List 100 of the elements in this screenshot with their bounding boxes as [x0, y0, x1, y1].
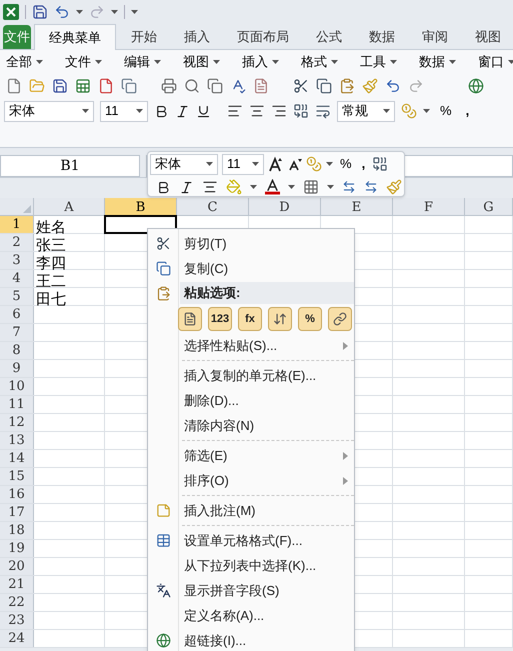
- menu-item[interactable]: 超链接(I)...: [148, 628, 354, 651]
- row-header[interactable]: 24: [0, 630, 34, 647]
- ribbon-tab[interactable]: 经典菜单: [34, 24, 116, 50]
- spreadsheet-logo-icon[interactable]: [3, 4, 19, 20]
- preview-icon[interactable]: [184, 78, 200, 94]
- merge-icon[interactable]: [372, 156, 388, 172]
- menu-dropdown[interactable]: 全部: [6, 52, 43, 72]
- row-header[interactable]: 11: [0, 396, 34, 413]
- ribbon-tab[interactable]: 审阅: [410, 25, 460, 49]
- paste-option-button[interactable]: fx: [238, 307, 262, 331]
- underline-icon[interactable]: [196, 104, 211, 118]
- comma-style-button[interactable]: ,: [462, 101, 474, 121]
- spreadsheet-icon[interactable]: [75, 78, 91, 94]
- border-icon[interactable]: [303, 179, 319, 195]
- table-icon[interactable]: [156, 533, 170, 548]
- scissors-icon[interactable]: [156, 236, 170, 251]
- copy-icon[interactable]: [316, 78, 332, 94]
- paste-icon[interactable]: [339, 78, 355, 94]
- row-header[interactable]: 19: [0, 540, 34, 557]
- font-size-select[interactable]: 11: [222, 154, 264, 174]
- undo-icon[interactable]: [54, 4, 70, 20]
- paste-option-button[interactable]: [178, 307, 202, 331]
- row-header[interactable]: 20: [0, 558, 34, 575]
- row-header[interactable]: 7: [0, 324, 34, 341]
- row-header[interactable]: 21: [0, 576, 34, 593]
- globe-icon[interactable]: [156, 633, 170, 648]
- menu-item[interactable]: 复制(C): [148, 256, 354, 281]
- save-icon[interactable]: [52, 78, 68, 94]
- align-center-icon[interactable]: [202, 179, 218, 195]
- menu-item[interactable]: 清除内容(N): [148, 413, 354, 438]
- paste-option-button[interactable]: [268, 307, 292, 331]
- menu-item[interactable]: 选择性粘贴(S)...: [148, 333, 354, 358]
- printer-icon[interactable]: [161, 78, 177, 94]
- ribbon-tab[interactable]: 页面布局: [225, 25, 301, 49]
- row-header[interactable]: 18: [0, 522, 34, 539]
- menu-item[interactable]: 插入复制的单元格(E)...: [148, 363, 354, 388]
- undo-icon[interactable]: [385, 78, 401, 94]
- column-header[interactable]: G: [465, 198, 513, 215]
- bold-icon[interactable]: [154, 104, 169, 118]
- save-icon[interactable]: [32, 4, 48, 20]
- font-size-select[interactable]: 11: [100, 100, 148, 122]
- row-header[interactable]: 2: [0, 234, 34, 251]
- name-box[interactable]: B1: [0, 155, 140, 177]
- ribbon-tab[interactable]: 插入: [172, 25, 222, 49]
- globe-icon[interactable]: [468, 78, 484, 94]
- column-header[interactable]: B: [105, 198, 177, 215]
- new-file-icon[interactable]: [6, 78, 22, 94]
- menu-dropdown[interactable]: 窗口: [478, 52, 513, 72]
- menu-item[interactable]: 删除(D)...: [148, 388, 354, 413]
- column-header[interactable]: F: [393, 198, 465, 215]
- row-header[interactable]: 12: [0, 414, 34, 431]
- row-header[interactable]: 4: [0, 270, 34, 287]
- ribbon-tab[interactable]: 开始: [119, 25, 169, 49]
- clipboard-icon[interactable]: [156, 286, 170, 300]
- paste-option-button[interactable]: [328, 307, 352, 331]
- menu-item[interactable]: 排序(O): [148, 468, 354, 493]
- menu-dropdown[interactable]: 文件: [65, 52, 102, 72]
- grow-font-icon[interactable]: [268, 156, 284, 172]
- menu-dropdown[interactable]: 格式: [301, 52, 338, 72]
- menu-item[interactable]: 设置单元格格式(F)...: [148, 528, 354, 553]
- menu-dropdown[interactable]: 视图: [183, 52, 220, 72]
- italic-icon[interactable]: [179, 180, 194, 194]
- row-header[interactable]: 9: [0, 360, 34, 377]
- number-format-select[interactable]: 常规: [337, 100, 395, 122]
- ribbon-tab[interactable]: 公式: [304, 25, 354, 49]
- menu-item[interactable]: 定义名称(A)...: [148, 603, 354, 628]
- menu-item[interactable]: 从下拉列表中选择(K)...: [148, 553, 354, 578]
- row-header[interactable]: 17: [0, 504, 34, 521]
- file-tab[interactable]: 文件: [3, 25, 31, 49]
- align-right-icon[interactable]: [271, 103, 287, 119]
- font-select[interactable]: 宋体: [150, 154, 218, 174]
- row-header[interactable]: 6: [0, 306, 34, 323]
- menu-dropdown[interactable]: 插入: [242, 52, 279, 72]
- font-color-icon[interactable]: [265, 179, 280, 195]
- shrink-font-icon[interactable]: [288, 157, 302, 171]
- percent-style-button[interactable]: %: [337, 154, 355, 174]
- row-header[interactable]: 16: [0, 486, 34, 503]
- row-header[interactable]: 8: [0, 342, 34, 359]
- align-center-icon[interactable]: [249, 103, 265, 119]
- row-header[interactable]: 3: [0, 252, 34, 269]
- row-header[interactable]: 15: [0, 468, 34, 485]
- row-header[interactable]: 23: [0, 612, 34, 629]
- italic-icon[interactable]: [175, 104, 190, 118]
- menu-dropdown[interactable]: 编辑: [124, 52, 161, 72]
- column-header[interactable]: D: [249, 198, 321, 215]
- wrap-text-icon[interactable]: [315, 103, 331, 119]
- menu-item[interactable]: 剪切(T): [148, 231, 354, 256]
- column-header[interactable]: C: [177, 198, 249, 215]
- column-header[interactable]: E: [321, 198, 393, 215]
- document-icon[interactable]: [98, 78, 114, 94]
- menu-dropdown[interactable]: 工具: [360, 52, 397, 72]
- menu-item[interactable]: 显示拼音字段(S): [148, 578, 354, 603]
- row-header[interactable]: 13: [0, 432, 34, 449]
- paste-option-button[interactable]: 123: [208, 307, 232, 331]
- cut-icon[interactable]: [293, 78, 309, 94]
- menu-item[interactable]: 插入批注(M): [148, 498, 354, 523]
- align-left-icon[interactable]: [227, 103, 243, 119]
- percent-style-button[interactable]: %: [436, 101, 456, 121]
- ribbon-tab[interactable]: 视图: [463, 25, 513, 49]
- merge-icon[interactable]: [293, 103, 309, 119]
